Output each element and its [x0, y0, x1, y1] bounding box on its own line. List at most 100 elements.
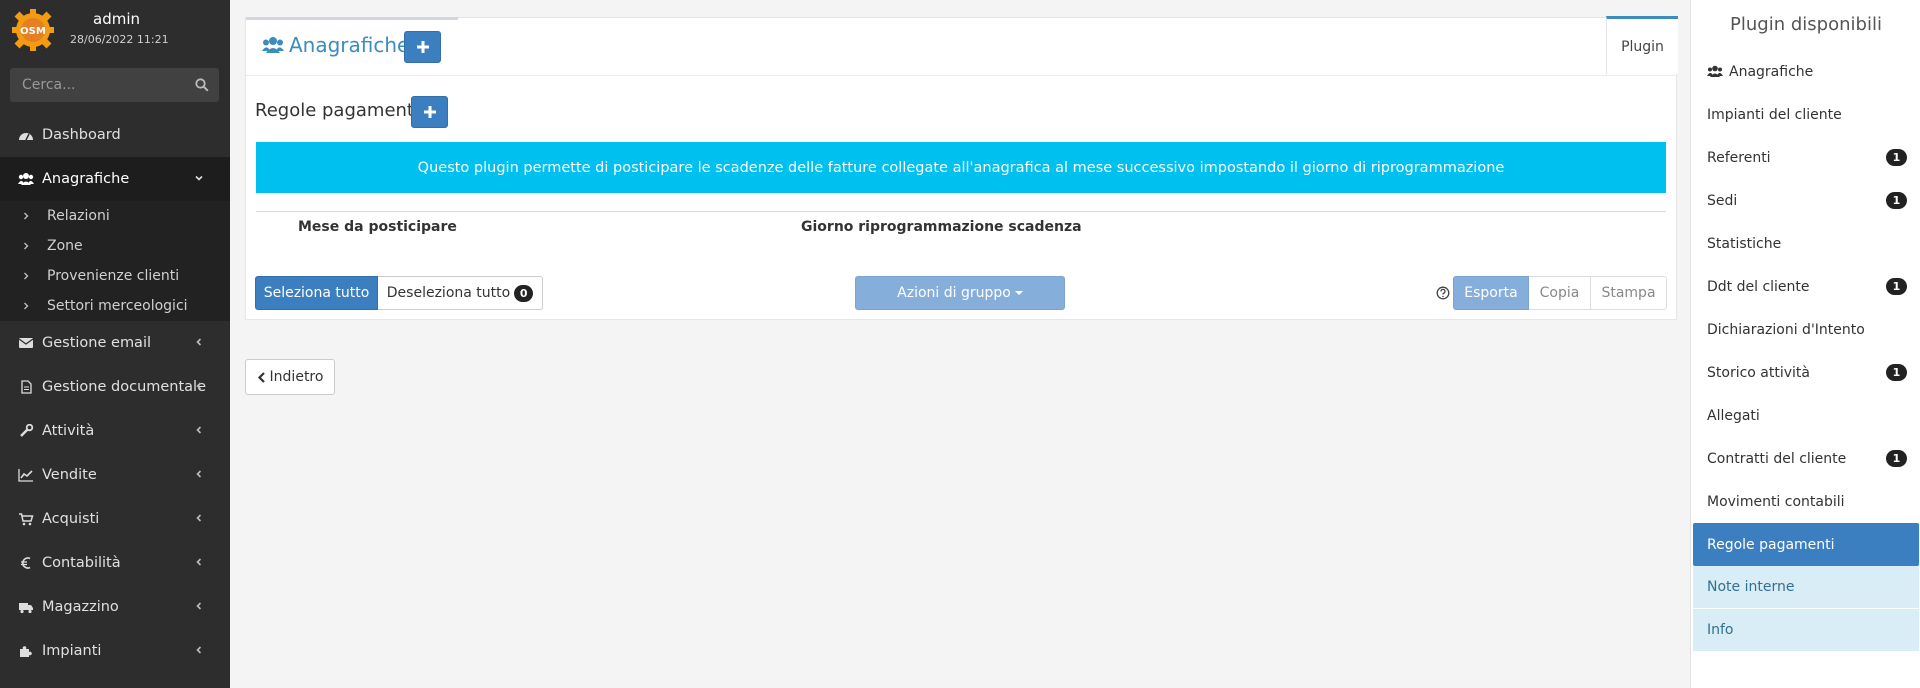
- wrench-icon: [20, 424, 34, 437]
- add-anagrafica-button[interactable]: [404, 31, 441, 63]
- page-title-text: Anagrafiche: [289, 33, 410, 57]
- anagrafiche-submenu: Relazioni Zone Provenienze clienti Setto…: [0, 201, 230, 321]
- plugin-item-regole-pagamenti[interactable]: Regole pagamenti: [1693, 523, 1919, 566]
- sidebar-item-gestione-documentale[interactable]: Gestione documentale: [0, 365, 230, 409]
- user-datetime: 28/06/2022 11:21: [70, 33, 169, 46]
- sidebar-item-acquisti[interactable]: Acquisti: [0, 497, 230, 541]
- chevron-left-icon: [196, 470, 202, 478]
- box-header: Anagrafiche Plugin: [246, 16, 1678, 76]
- plugin-item-info[interactable]: Info: [1693, 609, 1919, 652]
- user-panel: OSM admin 28/06/2022 11:21: [0, 0, 230, 56]
- chevron-right-icon: [24, 212, 29, 220]
- plugin-item-contratti-del-cliente[interactable]: Contratti del cliente 1: [1693, 437, 1919, 480]
- plugins-title: Plugin disponibili: [1730, 14, 1882, 35]
- line-chart-icon: [18, 469, 33, 482]
- chevron-left-icon: [196, 602, 202, 610]
- chevron-left-icon: [196, 382, 202, 390]
- print-button[interactable]: Stampa: [1591, 276, 1667, 310]
- plugin-item-movimenti-contabili[interactable]: Movimenti contabili: [1693, 480, 1919, 523]
- chevron-left-icon: [196, 558, 202, 566]
- sidebar-item-label: Dashboard: [42, 127, 121, 143]
- svg-text:OSM: OSM: [20, 26, 46, 37]
- plugin-item-storico-attivita[interactable]: Storico attività 1: [1693, 351, 1919, 394]
- add-regola-button[interactable]: [411, 96, 448, 128]
- help-icon[interactable]: [1436, 286, 1450, 300]
- plugin-content-box: Anagrafiche Plugin Regole pagamenti Ques…: [245, 16, 1678, 320]
- plugin-item-referenti[interactable]: Referenti 1: [1693, 136, 1919, 179]
- chevron-left-icon: [257, 371, 265, 383]
- group-actions-label: Azioni di gruppo: [897, 285, 1011, 301]
- plugin-item-label: Note interne: [1707, 579, 1795, 595]
- plugin-item-label: Storico attività: [1707, 364, 1810, 381]
- sidebar-item-impianti[interactable]: Impianti: [0, 629, 230, 673]
- back-button-label: Indietro: [269, 369, 324, 385]
- sidebar-item-anagrafiche[interactable]: Anagrafiche: [0, 157, 230, 201]
- main-sidebar: OSM admin 28/06/2022 11:21 Dashboard Ana…: [0, 0, 230, 688]
- export-button[interactable]: Esporta: [1453, 276, 1529, 310]
- deselect-all-button[interactable]: Deseleziona tutto 0: [378, 276, 543, 310]
- submenu-item-settori-merceologici[interactable]: Settori merceologici: [0, 291, 230, 321]
- sidebar-item-label: Attività: [42, 423, 95, 439]
- plugins-sidebar: Plugin disponibili Anagrafiche Impianti …: [1690, 0, 1920, 688]
- users-icon: [1707, 65, 1723, 77]
- select-all-button[interactable]: Seleziona tutto: [255, 276, 378, 310]
- truck-icon: [19, 603, 33, 614]
- search-input[interactable]: [10, 68, 185, 102]
- info-callout: Questo plugin permette di posticipare le…: [256, 142, 1666, 193]
- plugin-item-note-interne[interactable]: Note interne: [1693, 566, 1919, 609]
- search-icon[interactable]: [195, 78, 209, 92]
- submenu-item-relazioni[interactable]: Relazioni: [0, 201, 230, 231]
- chevron-right-icon: [24, 242, 29, 250]
- plugin-item-impianti-del-cliente[interactable]: Impianti del cliente: [1693, 93, 1919, 136]
- count-badge: 1: [1886, 278, 1907, 295]
- tab-plugin[interactable]: Plugin: [1606, 16, 1678, 74]
- sidebar-item-vendite[interactable]: Vendite: [0, 453, 230, 497]
- sidebar-item-label: Magazzino: [42, 599, 119, 615]
- plugin-item-anagrafiche[interactable]: Anagrafiche: [1693, 50, 1919, 93]
- dashboard-icon: [19, 133, 33, 141]
- plugin-item-allegati[interactable]: Allegati: [1693, 394, 1919, 437]
- plugin-item-statistiche[interactable]: Statistiche: [1693, 222, 1919, 265]
- column-header-mese[interactable]: Mese da posticipare: [298, 219, 457, 235]
- copy-button[interactable]: Copia: [1529, 276, 1591, 310]
- plugin-item-label: Movimenti contabili: [1707, 493, 1845, 510]
- sidebar-item-dashboard[interactable]: Dashboard: [0, 113, 230, 157]
- plugin-item-ddt-del-cliente[interactable]: Ddt del cliente 1: [1693, 265, 1919, 308]
- count-badge: 1: [1886, 192, 1907, 209]
- sidebar-search: [10, 68, 219, 102]
- plugin-item-sedi[interactable]: Sedi 1: [1693, 179, 1919, 222]
- sidebar-item-magazzino[interactable]: Magazzino: [0, 585, 230, 629]
- users-icon: [262, 37, 284, 53]
- sidebar-item-label: Anagrafiche: [42, 171, 130, 187]
- sidebar-item-label: Gestione documentale: [42, 379, 207, 395]
- chevron-left-icon: [196, 426, 202, 434]
- shopping-cart-icon: [19, 513, 34, 526]
- plugin-item-label: Allegati: [1707, 407, 1760, 424]
- users-icon: [18, 173, 34, 185]
- plugin-item-dichiarazioni-intento[interactable]: Dichiarazioni d'Intento: [1693, 308, 1919, 351]
- sidebar-item-gestione-email[interactable]: Gestione email: [0, 321, 230, 365]
- count-badge: 1: [1886, 364, 1907, 381]
- plugin-item-label: Sedi: [1707, 192, 1738, 209]
- selected-count-badge: 0: [514, 284, 534, 302]
- sidebar-item-contabilita[interactable]: Contabilità: [0, 541, 230, 585]
- column-header-giorno[interactable]: Giorno riprogrammazione scadenza: [801, 219, 1082, 235]
- sidebar-menu: Dashboard Anagrafiche Relazioni Zone Pro…: [0, 113, 230, 673]
- submenu-item-provenienze-clienti[interactable]: Provenienze clienti: [0, 261, 230, 291]
- submenu-item-zone[interactable]: Zone: [0, 231, 230, 261]
- sidebar-item-label: Contabilità: [42, 555, 121, 571]
- deselect-all-label: Deseleziona tutto: [386, 285, 511, 301]
- chevron-left-icon: [196, 514, 202, 522]
- document-icon: [21, 380, 32, 394]
- envelope-icon: [18, 338, 34, 348]
- submenu-item-label: Relazioni: [47, 208, 110, 224]
- plugin-item-label: Ddt del cliente: [1707, 278, 1810, 295]
- puzzle-icon: [20, 646, 32, 657]
- back-button[interactable]: Indietro: [245, 359, 335, 395]
- group-actions-dropdown[interactable]: Azioni di gruppo: [855, 276, 1065, 310]
- count-badge: 1: [1886, 450, 1907, 467]
- sidebar-item-attivita[interactable]: Attività: [0, 409, 230, 453]
- submenu-item-label: Zone: [47, 238, 83, 254]
- page-title: Anagrafiche: [262, 33, 409, 57]
- plugin-item-label: Info: [1707, 622, 1734, 638]
